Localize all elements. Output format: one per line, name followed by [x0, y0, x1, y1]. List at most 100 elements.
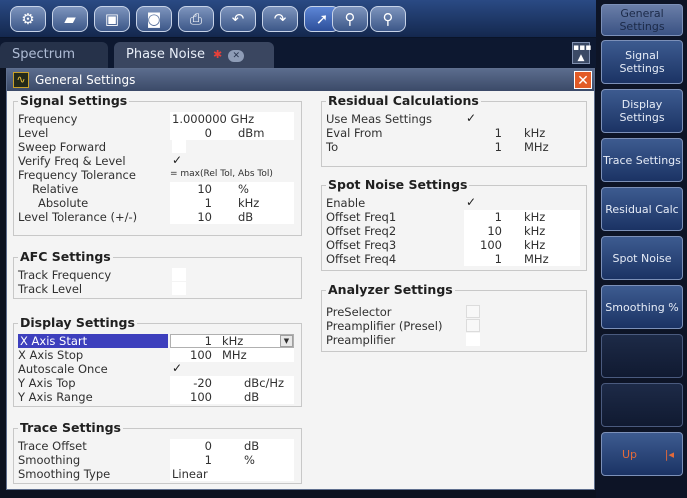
- spot-enable-row: Enable ✓: [326, 196, 584, 211]
- level-row: Level 0 dBm: [18, 126, 298, 140]
- softkey-smoothing[interactable]: Smoothing %: [601, 285, 683, 329]
- softkey-spot-noise[interactable]: Spot Noise: [601, 236, 683, 280]
- y-axis-range-label: Y Axis Range: [18, 390, 93, 404]
- zoom-icon[interactable]: ⚲: [332, 6, 368, 32]
- analyzer-settings-group: Analyzer Settings PreSelector Preamplifi…: [321, 282, 587, 352]
- verify-row: Verify Freq & Level ✓: [18, 154, 298, 169]
- freq-tolerance-row: Frequency Tolerance = max(Rel Tol, Abs T…: [18, 168, 302, 182]
- group-title: Residual Calculations: [326, 93, 481, 108]
- level-tolerance-label: Level Tolerance (+/-): [18, 210, 138, 224]
- track-level-checkbox[interactable]: [172, 282, 186, 295]
- frequency-field[interactable]: 1.000000 GHz: [170, 112, 294, 126]
- camera-icon[interactable]: ◙: [136, 6, 172, 32]
- softkey-up[interactable]: Up |◂: [601, 432, 683, 476]
- smoothing-type-field[interactable]: Linear: [170, 467, 294, 481]
- relative-label: Relative: [32, 182, 79, 196]
- preselector-checkbox[interactable]: [466, 305, 480, 318]
- redo-icon[interactable]: ↷: [262, 6, 298, 32]
- softkey-display-settings[interactable]: Display Settings: [601, 89, 683, 133]
- x-axis-start-unit: kHz: [222, 334, 244, 348]
- y-axis-range-unit: dB: [244, 390, 260, 404]
- offset-freq3-value: 100: [480, 238, 502, 252]
- y-axis-range-row: Y Axis Range 100 dB: [18, 390, 298, 404]
- tab-scroll-button[interactable]: ▪▪▪ ▲: [572, 42, 591, 64]
- offset-freq4-value: 1: [494, 252, 502, 266]
- verify-checkbox[interactable]: ✓: [172, 154, 186, 167]
- frequency-row: Frequency 1.000000 GHz: [18, 112, 298, 126]
- track-frequency-row: Track Frequency: [18, 268, 298, 282]
- settings-icon[interactable]: ⚙: [10, 6, 46, 32]
- trace-settings-group: Trace Settings Trace Offset 0 dB Smoothi…: [13, 420, 302, 484]
- close-dialog-button[interactable]: ✕: [574, 71, 592, 89]
- track-level-label: Track Level: [18, 282, 83, 296]
- y-axis-top-label: Y Axis Top: [18, 376, 76, 390]
- y-axis-top-value: -20: [193, 376, 212, 390]
- softkey-signal-settings[interactable]: Signal Settings: [601, 40, 683, 84]
- tab-label: Phase Noise: [126, 47, 206, 62]
- absolute-label: Absolute: [38, 196, 89, 210]
- softkey-general-settings[interactable]: General Settings: [601, 4, 683, 36]
- x-axis-stop-value: 100: [190, 348, 212, 362]
- print-icon[interactable]: ⎙: [178, 6, 214, 32]
- trace-offset-unit: dB: [244, 439, 260, 453]
- open-folder-icon[interactable]: ▰: [52, 6, 88, 32]
- y-axis-top-unit: dBc/Hz: [244, 376, 285, 390]
- offset-freq4-unit: MHz: [524, 252, 549, 266]
- relative-row: Relative 10 %: [18, 182, 298, 196]
- use-meas-settings-checkbox[interactable]: ✓: [466, 112, 480, 125]
- tab-spectrum[interactable]: Spectrum: [0, 42, 108, 68]
- track-frequency-checkbox[interactable]: [172, 268, 186, 281]
- close-icon[interactable]: ✕: [228, 50, 245, 62]
- save-icon[interactable]: ▣: [94, 6, 130, 32]
- level-label: Level: [18, 126, 49, 140]
- group-title: Trace Settings: [18, 420, 123, 435]
- y-axis-range-value: 100: [190, 390, 212, 404]
- offset-freq1-label: Offset Freq1: [326, 210, 397, 224]
- offset-freq2-label: Offset Freq2: [326, 224, 397, 238]
- softkey-residual-calc[interactable]: Residual Calc: [601, 187, 683, 231]
- level-unit: dBm: [238, 126, 265, 140]
- toolbar: ⚙ ▰ ▣ ◙ ⎙ ↶ ↷ ➚ ⚲ ⚲: [0, 0, 596, 38]
- y-axis-top-row: Y Axis Top -20 dBc/Hz: [18, 376, 298, 390]
- offset-freq3-row: Offset Freq3 100 kHz: [326, 238, 584, 252]
- spot-enable-checkbox[interactable]: ✓: [466, 196, 480, 209]
- star-icon: ✱: [213, 48, 223, 61]
- undo-icon[interactable]: ↶: [220, 6, 256, 32]
- offset-freq3-unit: kHz: [524, 238, 546, 252]
- softkey-trace-settings[interactable]: Trace Settings: [601, 138, 683, 182]
- group-title: Signal Settings: [18, 93, 130, 108]
- level-tolerance-row: Level Tolerance (+/-) 10 dB: [18, 210, 298, 224]
- x-axis-start-label: X Axis Start: [18, 334, 168, 348]
- chevron-down-icon[interactable]: ▼: [280, 335, 293, 347]
- track-level-row: Track Level: [18, 282, 298, 296]
- freq-tolerance-label: Frequency Tolerance: [18, 168, 136, 182]
- frequency-label: Frequency: [18, 112, 78, 126]
- absolute-row: Absolute 1 kHz: [18, 196, 298, 210]
- eval-to-value: 1: [494, 140, 502, 154]
- x-axis-start-row: X Axis Start 1 kHz ▼: [18, 334, 298, 348]
- eval-to-unit: MHz: [524, 140, 549, 154]
- preselector-row: PreSelector: [326, 305, 584, 319]
- sweep-forward-checkbox[interactable]: [172, 140, 186, 153]
- relative-unit: %: [238, 182, 249, 196]
- verify-label: Verify Freq & Level: [18, 154, 126, 168]
- autoscale-label: Autoscale Once: [18, 362, 108, 376]
- residual-calculations-group: Residual Calculations Use Meas Settings …: [321, 93, 587, 167]
- smoothing-value: 1: [204, 453, 212, 467]
- tab-phase-noise[interactable]: Phase Noise ✱ ✕: [114, 42, 274, 68]
- dialog-title-bar: ∿ General Settings ✕: [7, 69, 594, 91]
- preamp-checkbox[interactable]: [466, 333, 480, 346]
- use-meas-settings-row: Use Meas Settings ✓: [326, 112, 584, 127]
- multi-zoom-icon[interactable]: ⚲: [370, 6, 406, 32]
- offset-freq1-row: Offset Freq1 1 kHz: [326, 210, 584, 224]
- offset-freq2-row: Offset Freq2 10 kHz: [326, 224, 584, 238]
- spot-noise-settings-group: Spot Noise Settings Enable ✓ Offset Freq…: [321, 177, 587, 271]
- level-value: 0: [204, 126, 212, 140]
- autoscale-checkbox[interactable]: ✓: [172, 362, 186, 375]
- smoothing-type-label: Smoothing Type: [18, 467, 111, 481]
- preamp-presel-checkbox[interactable]: [466, 319, 480, 332]
- offset-freq2-value: 10: [487, 224, 502, 238]
- group-title: Analyzer Settings: [326, 282, 455, 297]
- preamp-row: Preamplifier: [326, 333, 584, 347]
- dialog-title: General Settings: [35, 73, 136, 87]
